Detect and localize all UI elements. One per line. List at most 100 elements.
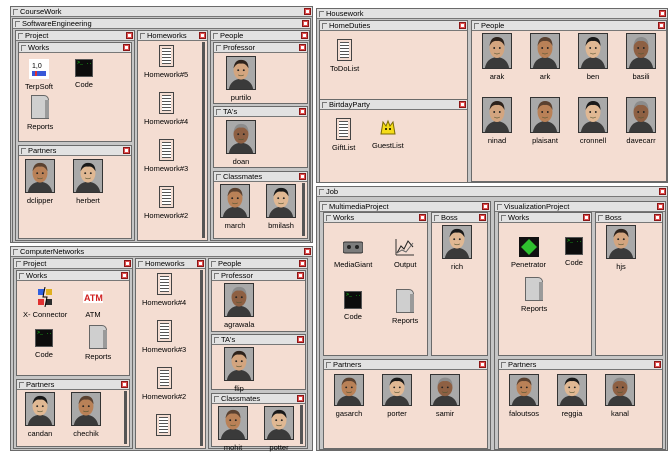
close-icon[interactable]	[302, 20, 309, 27]
scrollbar[interactable]	[202, 42, 205, 238]
close-icon[interactable]	[297, 336, 304, 343]
mediagiant-item[interactable]: MediaGiant	[334, 237, 372, 269]
homeworks-panel[interactable]: Homeworks Homework#4 Homework#3 Homework#2	[135, 258, 206, 449]
classmates-panel[interactable]: Classmates march bmilash	[213, 171, 308, 239]
close-icon[interactable]	[583, 214, 590, 221]
close-icon[interactable]	[126, 32, 133, 39]
close-icon[interactable]	[654, 214, 661, 221]
partners-title[interactable]: Partners	[324, 360, 487, 370]
classmate-item[interactable]: bmilash	[266, 184, 296, 230]
partner-item[interactable]: porter	[382, 374, 412, 418]
close-icon[interactable]	[299, 44, 306, 51]
partner-item[interactable]: faloutsos	[509, 374, 539, 418]
works-title[interactable]: Works	[499, 213, 591, 223]
close-icon[interactable]	[304, 248, 311, 255]
scrollbar[interactable]	[300, 405, 303, 444]
output-item[interactable]: Output	[394, 237, 417, 269]
professor-panel[interactable]: Professor purtilo	[213, 42, 308, 104]
tas-title[interactable]: TA's	[214, 107, 307, 117]
homework-item[interactable]: Homework#2	[142, 367, 186, 401]
partners-title[interactable]: Partners	[17, 380, 129, 390]
guestlist-item[interactable]: GuestList	[372, 118, 404, 150]
people-panel[interactable]: People Professor purtilo TA's doan Classmates…	[210, 30, 310, 241]
job-title[interactable]: Job	[317, 187, 667, 197]
professor-panel[interactable]: Professor agrawala	[211, 270, 306, 332]
people-title[interactable]: People	[211, 31, 309, 41]
tas-panel[interactable]: TA's flip	[211, 334, 306, 393]
homework-item[interactable]: Homework#4	[144, 92, 188, 126]
homeworks-title[interactable]: Homeworks	[136, 259, 205, 269]
project-panel[interactable]: Project Works 1,0 TerpSoft >_ .. Code Reports P…	[15, 30, 135, 241]
person-item[interactable]: ben	[578, 33, 608, 81]
birthday-party-panel[interactable]: BirtdayParty GiftList GuestList	[319, 99, 468, 183]
boss-item[interactable]: rich	[442, 225, 472, 271]
homeworks-panel[interactable]: Homeworks Homework#5 Homework#4 Homework#3 H…	[137, 30, 208, 241]
close-icon[interactable]	[482, 203, 489, 210]
code-item[interactable]: >_ .. Code	[565, 237, 583, 267]
close-icon[interactable]	[479, 214, 486, 221]
close-icon[interactable]	[297, 272, 304, 279]
close-icon[interactable]	[304, 8, 311, 15]
partners-panel[interactable]: Partners dclipper herbert	[18, 145, 132, 239]
person-item[interactable]: davecarr	[626, 97, 656, 145]
computer-networks-panel[interactable]: ComputerNetworks Project Works X- Connector…	[10, 246, 313, 452]
housework-people-panel[interactable]: People arak ark ben basili ninad plaisant cronn…	[471, 20, 667, 182]
housework-title[interactable]: Housework	[317, 9, 667, 19]
partner-item[interactable]: dclipper	[25, 159, 55, 205]
partners-panel[interactable]: Partners gasarch porter samir	[323, 359, 488, 449]
housework-panel[interactable]: Housework HomeDuties ToDoList BirtdayParty G…	[316, 8, 668, 183]
multimedia-project-title[interactable]: MultimediaProject	[320, 202, 490, 212]
close-icon[interactable]	[657, 203, 664, 210]
close-icon[interactable]	[197, 260, 204, 267]
close-icon[interactable]	[297, 395, 304, 402]
close-icon[interactable]	[658, 22, 665, 29]
works-title[interactable]: Works	[324, 213, 427, 223]
homeworks-title[interactable]: Homeworks	[138, 31, 207, 41]
people-panel[interactable]: People Professor agrawala TA's flip Classmate…	[208, 258, 308, 452]
close-icon[interactable]	[123, 44, 130, 51]
penetrator-item[interactable]: Penetrator	[511, 237, 546, 269]
housework-people-title[interactable]: People	[472, 21, 666, 31]
todolist-item[interactable]: ToDoList	[330, 39, 359, 73]
homework-item[interactable]: Homework#2	[144, 186, 188, 220]
close-icon[interactable]	[123, 147, 130, 154]
partner-item[interactable]: herbert	[73, 159, 103, 205]
code-item[interactable]: >_ .. Code	[344, 291, 362, 321]
terpsoft-item[interactable]: 1,0 TerpSoft	[25, 59, 53, 91]
close-icon[interactable]	[419, 214, 426, 221]
homework-item[interactable]: Homework#3	[144, 139, 188, 173]
ta-item[interactable]: doan	[226, 120, 256, 166]
visualization-project-panel[interactable]: VisualizationProject Works Penetrator >_ ..…	[494, 201, 666, 450]
close-icon[interactable]	[479, 361, 486, 368]
partners-panel[interactable]: Partners faloutsos reggia kanal	[498, 359, 663, 449]
computer-networks-title[interactable]: ComputerNetworks	[11, 247, 312, 257]
works-panel[interactable]: Works 1,0 TerpSoft >_ .. Code Reports	[18, 42, 132, 142]
close-icon[interactable]	[654, 361, 661, 368]
coursework-title[interactable]: CourseWork	[11, 7, 312, 17]
classmate-item[interactable]: march	[220, 184, 250, 230]
works-title[interactable]: Works	[19, 43, 131, 53]
close-icon[interactable]	[459, 22, 466, 29]
reports-item[interactable]: Reports	[85, 325, 111, 361]
boss-title[interactable]: Boss	[596, 213, 662, 223]
classmate-item[interactable]: mohit	[218, 406, 248, 452]
software-engineering-title[interactable]: SoftwareEngineering	[13, 19, 310, 29]
close-icon[interactable]	[301, 32, 308, 39]
partner-item[interactable]: samir	[430, 374, 460, 418]
works-panel[interactable]: Works MediaGiant Output >_ .. Code Reports	[323, 212, 428, 356]
professor-title[interactable]: Professor	[212, 271, 305, 281]
home-duties-panel[interactable]: HomeDuties ToDoList	[319, 20, 468, 103]
boss-panel[interactable]: Boss rich	[431, 212, 488, 356]
partners-title[interactable]: Partners	[19, 146, 131, 156]
x-connector-item[interactable]: X- Connector	[23, 286, 67, 319]
person-item[interactable]: basili	[626, 33, 656, 81]
birthday-party-title[interactable]: BirtdayParty	[320, 100, 467, 110]
classmate-item[interactable]: potter	[264, 406, 294, 452]
boss-panel[interactable]: Boss hjs	[595, 212, 663, 356]
job-panel[interactable]: Job MultimediaProject Works MediaGiant Outpu…	[316, 186, 668, 451]
classmates-panel[interactable]: Classmates mohit potter	[211, 393, 306, 452]
code-item[interactable]: >_ .. Code	[75, 59, 93, 89]
project-panel[interactable]: Project Works X- Connector ATM ATM >_ .. Code R…	[13, 258, 133, 449]
reports-item[interactable]: Reports	[392, 289, 418, 325]
works-panel[interactable]: Works Penetrator >_ .. Code Reports	[498, 212, 592, 356]
